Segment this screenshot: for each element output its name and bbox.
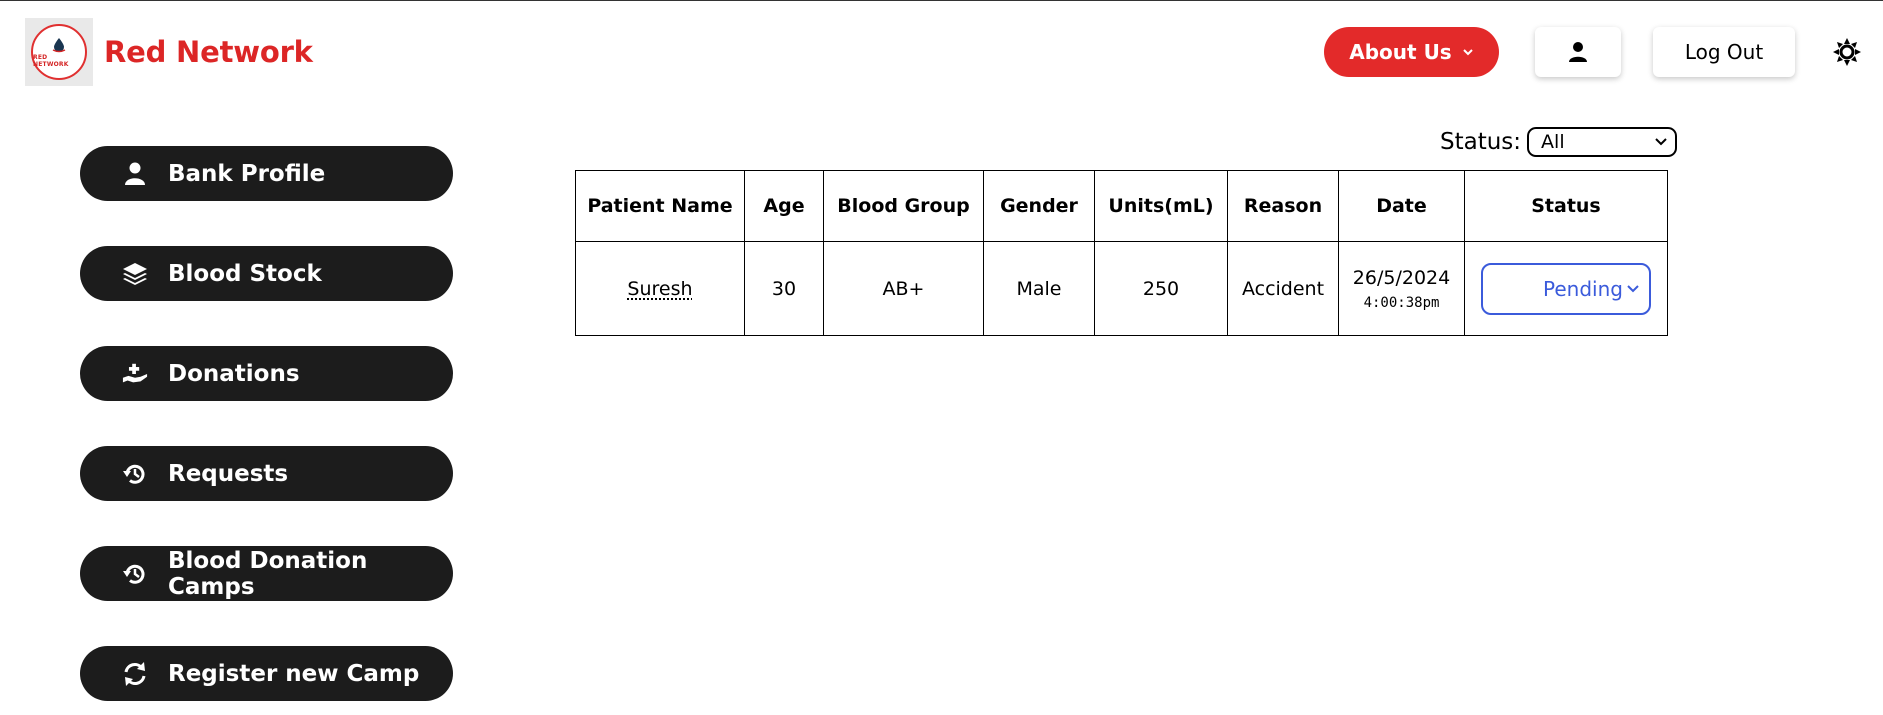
brand-name[interactable]: Red Network (104, 35, 313, 69)
status-dropdown[interactable]: Pending (1481, 262, 1651, 315)
sidebar-item-register-new-camp[interactable]: Register new Camp (80, 646, 453, 701)
status-filter: Status: All (1440, 127, 1678, 157)
request-time: 4:00:38pm (1363, 294, 1440, 311)
blood-group-cell: AB+ (823, 241, 984, 336)
logo-badge: RED NETWORK (31, 24, 87, 80)
patient-name[interactable]: Suresh (627, 278, 692, 300)
chevron-down-icon (1627, 284, 1639, 292)
date-cell: 26/5/2024 4:00:38pm (1338, 241, 1465, 336)
header: RED NETWORK Red Network About Us Log Out (0, 1, 1883, 101)
sidebar-item-label: Blood Donation Camps (168, 547, 368, 600)
layers-icon (122, 261, 148, 287)
age-cell: 30 (744, 241, 824, 336)
status-filter-label: Status: (1440, 129, 1522, 155)
requests-table: Patient Name Age Blood Group Gender Unit… (575, 170, 1668, 336)
sidebar-item-label: Requests (168, 460, 289, 487)
sidebar-item-label: Register new Camp (168, 660, 420, 687)
user-icon (122, 161, 148, 187)
column-header: Blood Group (823, 170, 984, 242)
sidebar-item-blood-stock[interactable]: Blood Stock (80, 246, 453, 301)
sun-icon[interactable] (1833, 38, 1861, 66)
units-cell: 250 (1094, 241, 1228, 336)
logo-text: RED NETWORK (33, 53, 69, 68)
reason-cell: Accident (1227, 241, 1339, 336)
column-header: Reason (1227, 170, 1339, 242)
patient-name-cell[interactable]: Suresh (575, 241, 745, 336)
column-header: Units(mL) (1094, 170, 1228, 242)
sidebar-item-requests[interactable]: Requests (80, 446, 453, 501)
sidebar-item-blood-donation-camps[interactable]: Blood Donation Camps (80, 546, 453, 601)
column-header: Date (1338, 170, 1465, 242)
status-value: Pending (1543, 276, 1623, 301)
blood-drop-icon (52, 37, 66, 52)
logout-button[interactable]: Log Out (1653, 27, 1795, 77)
logo[interactable]: RED NETWORK (25, 18, 93, 86)
sidebar-item-bank-profile[interactable]: Bank Profile (80, 146, 453, 201)
table-row: Suresh 30 AB+ Male 250 Accident 26/5/202… (575, 241, 1668, 336)
user-icon (1569, 42, 1587, 62)
column-header: Age (744, 170, 824, 242)
sidebar-item-label: Blood Stock (168, 260, 322, 287)
column-header: Status (1464, 170, 1668, 242)
about-us-button[interactable]: About Us (1324, 27, 1499, 77)
status-filter-select[interactable]: All (1527, 127, 1678, 157)
refresh-icon (122, 661, 148, 687)
status-filter-value: All (1541, 131, 1565, 153)
table-header-row: Patient Name Age Blood Group Gender Unit… (575, 170, 1668, 242)
column-header: Gender (983, 170, 1095, 242)
sidebar-item-donations[interactable]: Donations (80, 346, 453, 401)
gender-cell: Male (983, 241, 1095, 336)
request-date: 26/5/2024 (1352, 266, 1451, 289)
sidebar-item-label: Bank Profile (168, 160, 326, 187)
chevron-down-icon (1463, 49, 1473, 56)
sidebar-item-label: Donations (168, 360, 300, 387)
profile-button[interactable] (1535, 27, 1621, 77)
chevron-down-icon (1655, 138, 1667, 146)
status-cell: Pending (1464, 241, 1668, 336)
logout-label: Log Out (1684, 40, 1764, 64)
column-header: Patient Name (575, 170, 745, 242)
hand-donate-icon (122, 361, 148, 387)
history-icon (122, 461, 148, 487)
history-icon (122, 561, 148, 587)
about-us-label: About Us (1349, 40, 1452, 64)
